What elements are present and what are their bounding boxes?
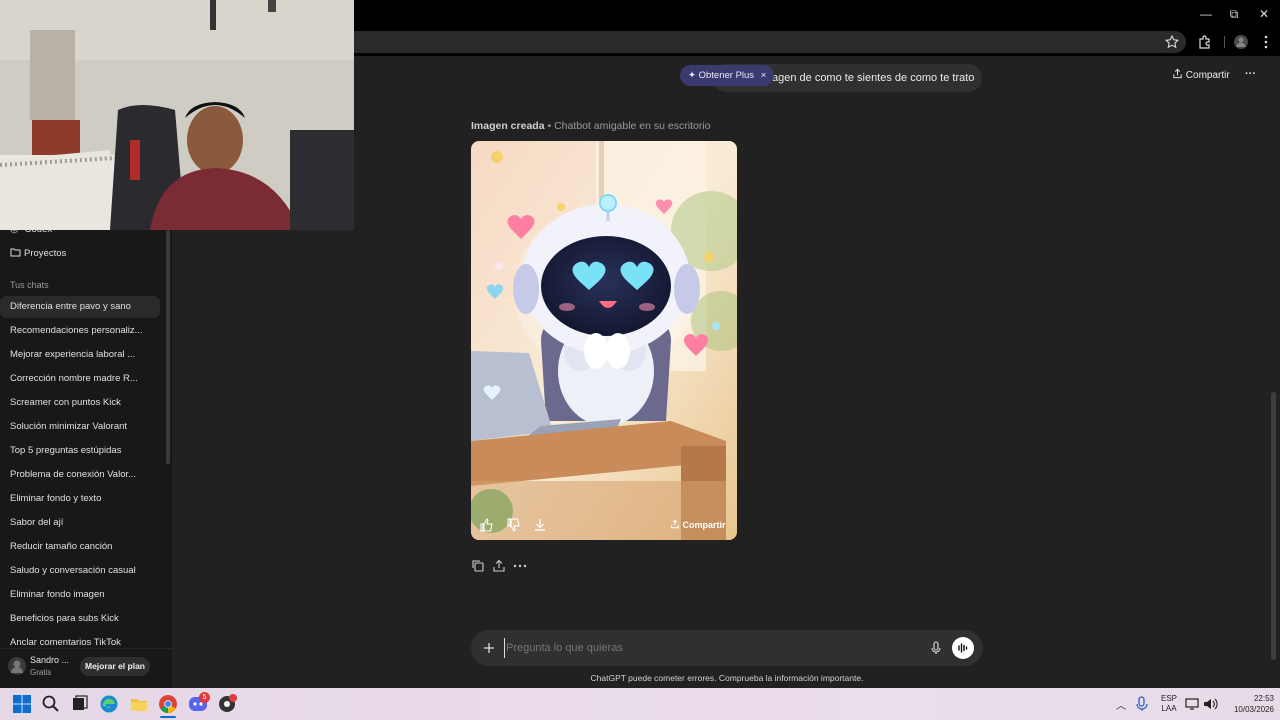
recording-indicator <box>229 694 237 702</box>
extensions-icon[interactable] <box>1197 34 1213 50</box>
chat-item[interactable]: Recomendaciones personaliz... <box>0 320 160 342</box>
chat-item[interactable]: Mejorar experiencia laboral ... <box>0 344 160 366</box>
chat-item[interactable]: Screamer con puntos Kick <box>0 392 160 414</box>
browser-menu-icon[interactable] <box>1258 34 1274 50</box>
screen: — ⧉ ✕ ◎ Codex Proyectos Tus chats Difere… <box>0 0 1280 720</box>
add-attachment-icon[interactable] <box>481 640 497 656</box>
caption-separator: • <box>547 120 552 132</box>
chevron-up-icon[interactable]: ︿ <box>1116 697 1126 712</box>
task-view-icon[interactable] <box>70 694 90 714</box>
chat-item[interactable]: Top 5 preguntas estúpidas <box>0 440 160 462</box>
share-icon <box>671 519 679 529</box>
avatar[interactable] <box>8 657 26 675</box>
main-scrollbar[interactable] <box>1271 392 1276 660</box>
chat-item[interactable]: Saludo y conversación casual <box>0 560 160 582</box>
prompt-input[interactable] <box>504 638 914 658</box>
active-app-indicator <box>160 716 176 718</box>
volume-icon[interactable] <box>1202 694 1218 714</box>
chrome-icon[interactable] <box>158 694 178 714</box>
get-plus-button[interactable]: ✦ Obtener Plus × <box>680 65 774 86</box>
minimize-button[interactable]: — <box>1196 5 1216 23</box>
sidebar-scrollbar[interactable] <box>166 230 170 464</box>
restore-button[interactable]: ⧉ <box>1224 5 1244 23</box>
generated-image[interactable]: Compartir <box>471 141 737 540</box>
microphone-icon[interactable] <box>1135 694 1149 714</box>
chat-item[interactable]: Reducir tamaño canción <box>0 536 160 558</box>
image-share-label: Compartir <box>682 520 726 530</box>
disclaimer: ChatGPT puede cometer errores. Comprueba… <box>590 673 864 683</box>
profile-avatar-icon[interactable] <box>1233 34 1249 50</box>
sparkle-icon: ✦ <box>688 70 696 81</box>
chat-item[interactable]: Beneficios para subs Kick <box>0 608 160 630</box>
search-icon[interactable] <box>41 694 61 714</box>
sidebar-item-label: Proyectos <box>24 248 67 259</box>
chat-item[interactable]: Diferencia entre pavo y sano <box>0 296 160 318</box>
user-plan: Gratis <box>30 668 52 677</box>
language-indicator[interactable]: ESP LAA <box>1157 694 1181 714</box>
webcam-overlay <box>0 0 354 230</box>
image-share-button[interactable]: Compartir <box>670 519 726 530</box>
date: 10/03/2026 <box>1233 705 1274 714</box>
edge-browser-icon[interactable] <box>99 694 119 714</box>
chat-item[interactable]: Eliminar fondo imagen <box>0 584 160 606</box>
close-window-button[interactable]: ✕ <box>1254 5 1274 23</box>
copy-icon[interactable] <box>470 558 486 574</box>
image-title: Imagen creada <box>471 120 545 132</box>
chat-item[interactable]: Corrección nombre madre R... <box>0 368 160 390</box>
robot-illustration <box>471 141 737 540</box>
chat-item[interactable]: Sabor del ají <box>0 512 160 534</box>
clock[interactable]: 22:53 10/03/2026 <box>1222 693 1274 715</box>
share-icon[interactable] <box>491 558 507 574</box>
bookmark-star-icon[interactable] <box>1164 34 1180 50</box>
more-options-icon[interactable]: ··· <box>1245 68 1256 80</box>
close-icon[interactable]: × <box>761 70 767 81</box>
thumbs-down-icon[interactable] <box>506 517 522 533</box>
image-caption: Imagen creada • Chatbot amigable en su e… <box>471 120 711 132</box>
thumbs-up-icon[interactable] <box>479 517 495 533</box>
notification-badge: 5 <box>199 692 210 703</box>
sidebar-item-projects[interactable]: Proyectos <box>0 243 160 265</box>
network-icon[interactable] <box>1185 694 1201 714</box>
chat-item[interactable]: Eliminar fondo y texto <box>0 488 160 510</box>
microphone-icon[interactable] <box>928 640 944 656</box>
chat-item[interactable]: Problema de conexión Valor... <box>0 464 160 486</box>
chats-heading: Tus chats <box>10 280 49 290</box>
more-actions-icon[interactable] <box>512 558 528 574</box>
folder-icon <box>10 248 21 257</box>
time: 22:53 <box>1253 694 1274 703</box>
language-code: ESP <box>1160 694 1177 703</box>
share-icon <box>1173 68 1182 79</box>
get-plus-label: Obtener Plus <box>698 70 755 81</box>
chat-item[interactable]: Anclar comentarios TikTok <box>0 632 160 646</box>
voice-mode-button[interactable] <box>952 637 974 659</box>
upgrade-plan-button[interactable]: Mejorar el plan <box>80 657 150 676</box>
windows-start-icon[interactable] <box>12 694 32 714</box>
toolbar-divider <box>1224 36 1225 48</box>
webcam-feed <box>0 0 354 230</box>
share-conversation-button[interactable]: Compartir <box>1172 68 1230 84</box>
keyboard-layout: LAA <box>1161 704 1177 713</box>
image-caption-text: Chatbot amigable en su escritorio <box>554 120 711 132</box>
chat-item[interactable]: Solución minimizar Valorant <box>0 416 160 438</box>
download-icon[interactable] <box>532 517 548 533</box>
share-label: Compartir <box>1185 70 1230 81</box>
user-message-text: agen de como te sientes de como te trato <box>772 72 975 84</box>
address-bar[interactable] <box>354 31 1186 53</box>
user-name: Sandro ... <box>30 655 70 665</box>
file-explorer-icon[interactable] <box>129 694 149 714</box>
